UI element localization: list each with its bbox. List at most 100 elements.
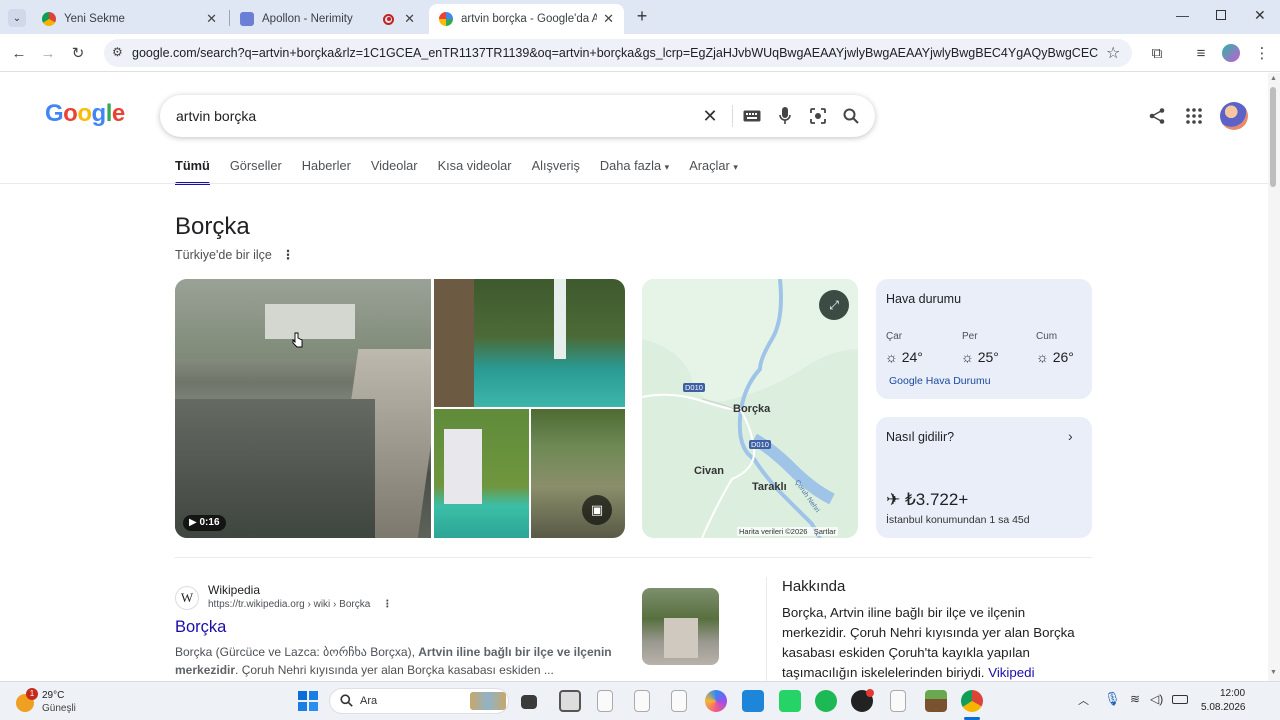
- tab-shopping[interactable]: Alışveriş: [532, 158, 580, 184]
- scrollbar[interactable]: ▲ ▼: [1268, 73, 1280, 681]
- search-input[interactable]: artvin borçka: [176, 108, 256, 124]
- export-icon[interactable]: [890, 690, 906, 712]
- waterfall-image[interactable]: [434, 279, 625, 407]
- profile-avatar[interactable]: [1222, 44, 1240, 62]
- weather-temp: 26°: [1052, 349, 1074, 365]
- map-terms-link[interactable]: Şartlar: [814, 527, 836, 536]
- sun-cloud-icon: ☼: [961, 349, 974, 365]
- battery-icon[interactable]: [1172, 695, 1188, 704]
- close-icon[interactable]: ✕: [206, 11, 217, 27]
- close-icon[interactable]: ✕: [603, 11, 614, 27]
- close-icon[interactable]: ✕: [404, 11, 415, 27]
- tab-more[interactable]: Daha fazla ▾: [600, 158, 669, 184]
- tower-image[interactable]: [434, 409, 529, 538]
- tab-title: artvin borçka - Google'da Ara: [461, 13, 598, 25]
- gallery-icon[interactable]: ▣: [582, 495, 612, 525]
- paint-icon[interactable]: [742, 690, 764, 712]
- taskbar-search-box[interactable]: Ara: [329, 688, 509, 714]
- chrome-icon: [42, 12, 56, 26]
- google-logo[interactable]: Google: [45, 100, 125, 128]
- tab-tools[interactable]: Araçlar ▾: [689, 158, 738, 184]
- new-tab-button[interactable]: +: [632, 6, 652, 26]
- result-site-name[interactable]: Wikipedia: [208, 583, 260, 597]
- account-avatar[interactable]: [1220, 102, 1248, 130]
- keyboard-icon[interactable]: [742, 106, 762, 126]
- weather-day-1: ☼ 24°: [885, 349, 923, 365]
- volume-icon[interactable]: ◁): [1150, 692, 1163, 706]
- address-bar[interactable]: ⚙ google.com/search?q=artvin+borçka&rlz=…: [104, 39, 1132, 67]
- file-icon[interactable]: [671, 690, 687, 712]
- vikipedi-link[interactable]: Vikipedi: [988, 665, 1034, 680]
- forward-arrow-icon[interactable]: →: [38, 43, 58, 63]
- whatsapp-icon[interactable]: [779, 690, 801, 712]
- weather-card[interactable]: Hava durumu Çar Per Cum ☼ 24° ☼ 25° ☼ 26…: [876, 279, 1092, 399]
- result-thumbnail[interactable]: [642, 588, 719, 665]
- result-title-link[interactable]: Borçka: [175, 618, 226, 637]
- mouse-cursor: [292, 332, 304, 348]
- tab-videos[interactable]: Videolar: [371, 158, 418, 184]
- hidden-icons-chevron-icon[interactable]: ︿: [1078, 692, 1089, 708]
- tab-all[interactable]: Tümü: [175, 158, 210, 185]
- sun-cloud-icon: ☼: [885, 349, 898, 365]
- video-thumbnail[interactable]: ▶ 0:16: [175, 279, 431, 538]
- tab-google-search[interactable]: artvin borçka - Google'da Ara ✕: [429, 4, 624, 34]
- minimize-button[interactable]: —: [1176, 8, 1189, 23]
- travel-card[interactable]: Nasıl gidilir? › ✈ ₺3.722+ İstanbul konu…: [876, 417, 1092, 538]
- site-info-icon[interactable]: ⚙: [112, 45, 123, 59]
- search-icon[interactable]: [841, 106, 861, 126]
- tab-search-button[interactable]: ⌄: [8, 9, 26, 27]
- back-arrow-icon[interactable]: ←: [9, 43, 29, 63]
- expand-map-icon[interactable]: ⤢: [819, 290, 849, 320]
- tab-title: Apollon - Nerimity: [262, 13, 353, 25]
- extensions-icon[interactable]: ⧉: [1147, 43, 1167, 63]
- chevron-right-icon[interactable]: ›: [1068, 428, 1073, 444]
- close-window-button[interactable]: ✕: [1254, 7, 1266, 24]
- weather-widget[interactable]: 1 29°C Güneşli: [16, 688, 126, 716]
- browser-toolbar: ← → ↻ ⚙ google.com/search?q=artvin+borçk…: [0, 34, 1280, 72]
- copilot-icon[interactable]: [705, 690, 727, 712]
- google-weather-link[interactable]: Google Hava Durumu: [889, 375, 991, 387]
- restore-button[interactable]: [1216, 10, 1226, 20]
- result-breadcrumb[interactable]: https://tr.wikipedia.org › wiki › Borçka…: [208, 599, 392, 610]
- microphone-icon[interactable]: 🎙: [1104, 691, 1121, 707]
- url-text: google.com/search?q=artvin+borçka&rlz=1C…: [132, 46, 1098, 60]
- chrome-taskbar-icon[interactable]: [961, 690, 983, 712]
- task-view-icon[interactable]: [521, 695, 537, 709]
- tab-news[interactable]: Haberler: [302, 158, 351, 184]
- travel-price: ₺3.722+: [904, 490, 969, 509]
- map-label: Civan: [694, 465, 724, 477]
- spotify-icon[interactable]: [815, 690, 837, 712]
- clear-icon[interactable]: ✕: [700, 106, 720, 126]
- clock-time[interactable]: 12:00: [1220, 688, 1245, 699]
- more-options-icon[interactable]: ⋮: [282, 248, 295, 262]
- logo-letter: g: [91, 100, 107, 127]
- sun-cloud-icon: ☼: [1036, 349, 1049, 365]
- minecraft-icon[interactable]: [925, 690, 947, 712]
- more-options-icon[interactable]: ⋮: [382, 599, 392, 610]
- river-image[interactable]: ▣: [531, 409, 625, 538]
- scrollbar-thumb[interactable]: [1270, 87, 1276, 187]
- tab-short-videos[interactable]: Kısa videolar: [438, 158, 512, 184]
- tab-apollon[interactable]: Apollon - Nerimity ✕: [230, 4, 425, 34]
- map-copyright: Harita verileri ©2026: [739, 527, 808, 536]
- microphone-icon[interactable]: [775, 106, 795, 126]
- windows-start-icon[interactable]: [298, 691, 318, 711]
- search-box[interactable]: artvin borçka ✕: [160, 95, 875, 137]
- clock-date[interactable]: 5.08.2026: [1201, 702, 1246, 713]
- wifi-icon[interactable]: ≋: [1130, 692, 1140, 706]
- share-icon[interactable]: [1148, 107, 1166, 125]
- lens-camera-icon[interactable]: [808, 106, 828, 126]
- map[interactable]: ⤢ D010 D010 Borçka Civan Taraklı Çoruh N…: [642, 279, 858, 538]
- tab-images[interactable]: Görseller: [230, 158, 282, 184]
- reload-icon[interactable]: ↻: [68, 43, 88, 63]
- bookmark-star-icon[interactable]: ☆: [1106, 43, 1120, 63]
- entity-title: Borçka: [175, 213, 250, 240]
- app-icon[interactable]: [559, 690, 581, 712]
- menu-dots-icon[interactable]: ⋮: [1252, 43, 1272, 63]
- file-icon[interactable]: [634, 690, 650, 712]
- taskbar: 1 29°C Güneşli Ara ︿ 🎙 ≋ ◁) 12:00 5.08.2…: [0, 681, 1280, 720]
- media-controls-icon[interactable]: ≡: [1191, 43, 1211, 63]
- file-icon[interactable]: [597, 690, 613, 712]
- apps-grid-icon[interactable]: [1186, 108, 1202, 124]
- tab-new[interactable]: Yeni Sekme ✕: [32, 4, 227, 34]
